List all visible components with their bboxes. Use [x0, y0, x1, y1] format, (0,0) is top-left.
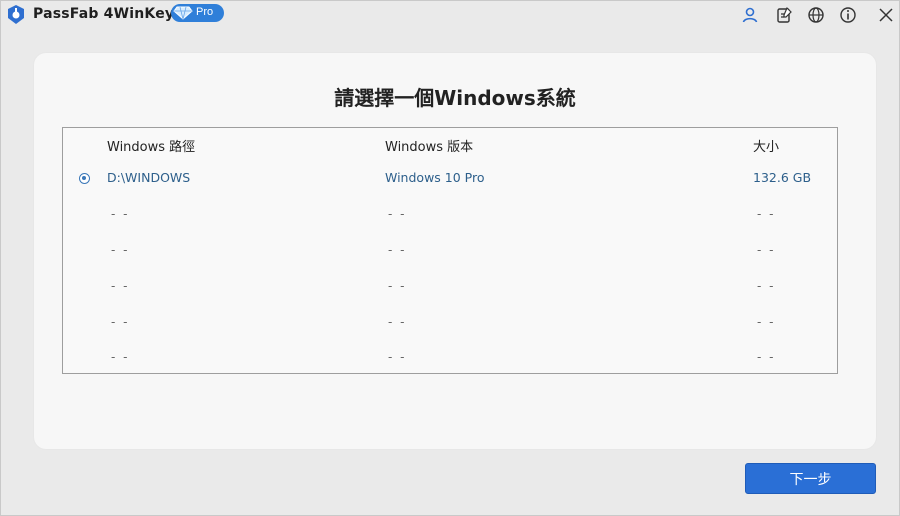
windows-system-table: Windows 路徑 Windows 版本 大小 D:\WINDOWS Wind… [62, 127, 838, 374]
table-row: - - - - - - [63, 278, 837, 314]
table-row: - - - - - - [63, 242, 837, 278]
table-row: - - - - - - [63, 349, 837, 385]
cell-version: - - [388, 207, 407, 221]
pro-badge: Pro [171, 4, 224, 22]
cell-size: - - [757, 243, 776, 257]
cell-path: - - [111, 207, 130, 221]
header-size: 大小 [753, 140, 780, 155]
cell-size: - - [757, 279, 776, 293]
cell-path: - - [111, 243, 130, 257]
radio-button-selected[interactable] [79, 173, 90, 184]
cell-version: - - [388, 315, 407, 329]
info-icon[interactable] [838, 5, 858, 25]
cell-size: - - [757, 315, 776, 329]
next-button[interactable]: 下一步 [745, 463, 876, 494]
cell-path: - - [111, 279, 130, 293]
cell-version: - - [388, 350, 407, 364]
app-logo-icon [8, 5, 24, 24]
table-row: - - - - - - [63, 206, 837, 242]
page-title: 請選擇一個Windows系統 [334, 86, 576, 110]
cell-size: - - [757, 207, 776, 221]
cell-version: - - [388, 279, 407, 293]
cell-version: - - [388, 243, 407, 257]
app-window: PassFab 4WinKey Pro 請選擇一個Windows系統 Windo… [0, 0, 900, 516]
table-row: - - - - - - [63, 314, 837, 350]
diamond-icon [173, 6, 193, 20]
language-icon[interactable] [806, 5, 826, 25]
header-path: Windows 路徑 [107, 140, 196, 155]
cell-version: Windows 10 Pro [385, 170, 485, 185]
app-title: PassFab 4WinKey [33, 6, 175, 22]
cell-path: - - [111, 350, 130, 364]
table-row-selected[interactable]: D:\WINDOWS Windows 10 Pro 132.6 GB [63, 170, 837, 206]
header-version: Windows 版本 [385, 140, 474, 155]
cell-path: - - [111, 315, 130, 329]
cell-path: D:\WINDOWS [107, 170, 191, 185]
pro-badge-label: Pro [196, 6, 214, 18]
user-icon[interactable] [740, 5, 760, 25]
cell-size: - - [757, 350, 776, 364]
select-windows-panel: 請選擇一個Windows系統 Windows 路徑 Windows 版本 大小 … [34, 53, 876, 449]
close-icon[interactable] [876, 5, 896, 25]
cell-size: 132.6 GB [753, 170, 812, 185]
feedback-icon[interactable] [774, 5, 794, 25]
title-bar: PassFab 4WinKey Pro [1, 1, 899, 29]
